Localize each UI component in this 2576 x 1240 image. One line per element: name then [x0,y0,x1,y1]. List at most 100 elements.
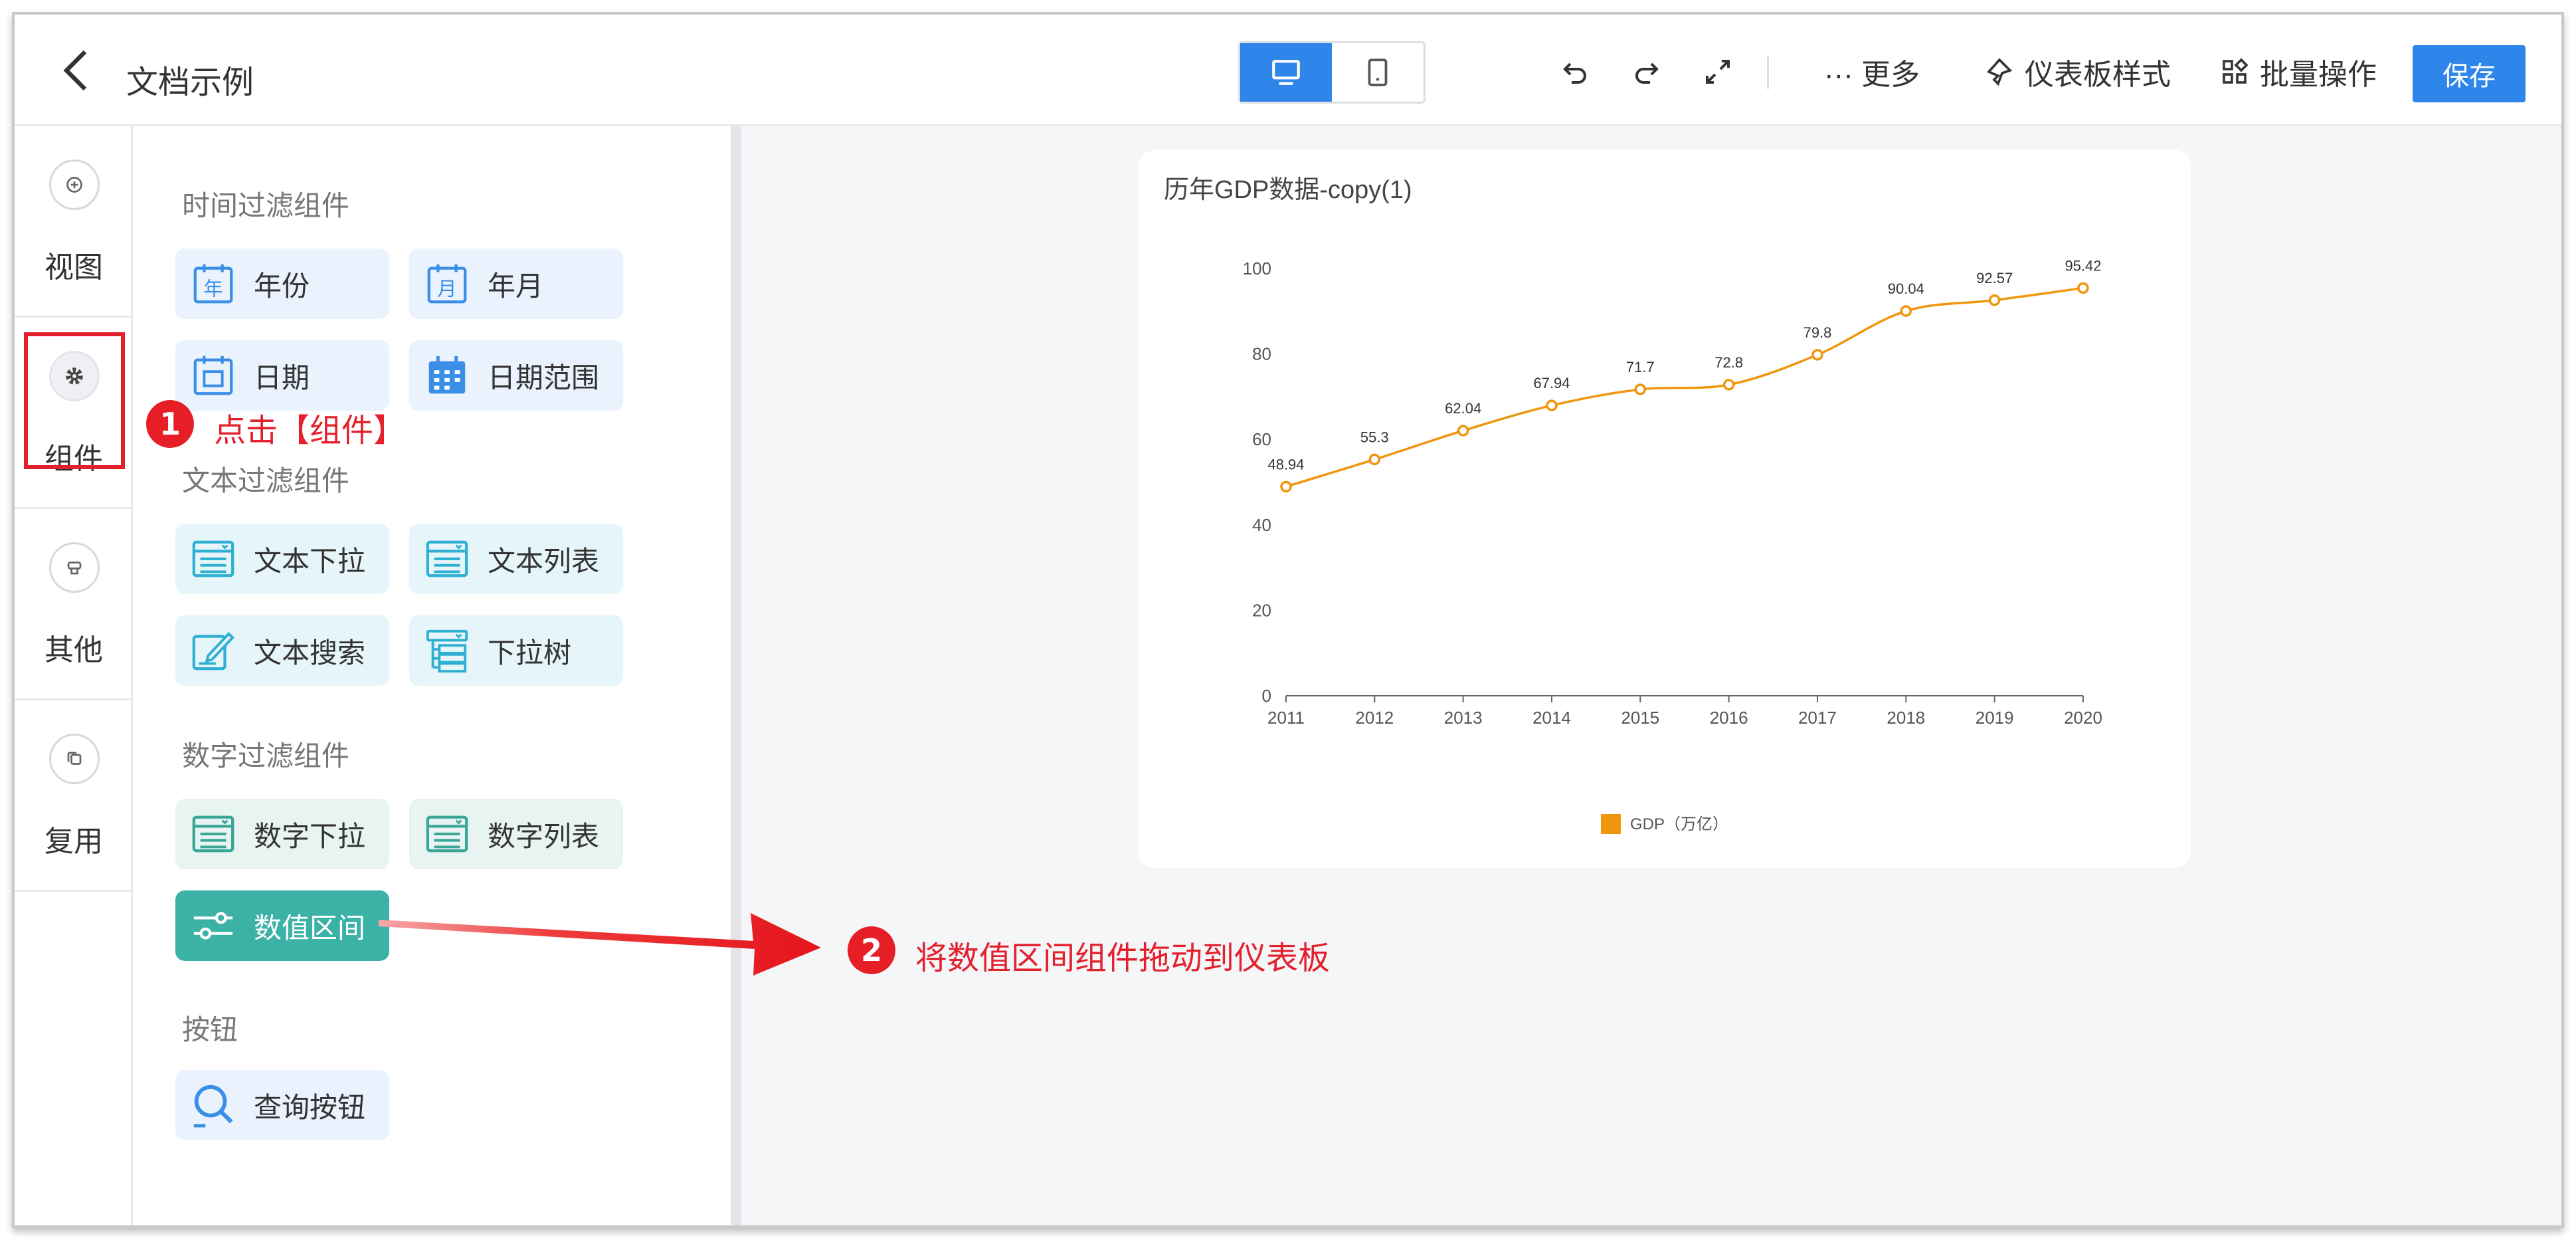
rail-item-other[interactable]: 其他 [15,509,133,700]
data-label: 92.57 [1976,270,2013,286]
dashboard-style-button[interactable]: 仪表板样式 [1983,53,2171,91]
grid-icon [2223,58,2249,84]
step-2-badge: 2 [848,926,895,974]
component-text-list[interactable]: 文本列表 [409,524,623,594]
calendar-date-icon [193,356,233,395]
components-highlight-box [24,332,125,469]
data-point [2077,282,2089,294]
component-number-list[interactable]: 数字列表 [409,799,623,869]
component-date[interactable]: 日期 [175,340,389,411]
section-title-button: 按钮 [182,1014,238,1045]
data-label: 90.04 [1888,280,1924,297]
mobile-view-button[interactable] [1332,43,1424,102]
data-label: 67.94 [1533,375,1570,391]
x-tick-label: 2017 [1798,708,1837,728]
list-icon [426,815,468,853]
series-line-gdp [1285,286,2084,488]
section-title-number: 数字过滤组件 [182,740,350,772]
data-label: 55.3 [1360,429,1389,445]
component-dropdown-tree-label: 下拉树 [488,637,572,669]
rail-item-view[interactable]: 视图 [15,126,133,318]
undo-icon [1563,62,1586,84]
tree-icon [426,629,468,673]
save-button[interactable]: 保存 [2413,45,2526,102]
desktop-view-button[interactable] [1240,43,1332,102]
data-point [1457,425,1469,437]
legend-swatch [1601,814,1621,834]
x-tick-label: 2012 [1355,708,1394,728]
y-tick-label: 60 [1252,429,1271,449]
data-point [1546,399,1558,411]
fullscreen-button[interactable] [1702,53,1734,90]
page-title: 文档示例 [126,65,254,100]
data-label: 95.42 [2065,257,2101,274]
data-point [1988,294,2001,306]
component-number-dropdown-label: 数字下拉 [254,820,366,852]
component-text-dropdown[interactable]: 文本下拉 [175,524,389,594]
top-bar: 文档示例 ··· 更多 仪表板样式 批量操作 保存 [15,15,2561,126]
component-date-range[interactable]: 日期范围 [409,340,623,411]
legend-label: GDP（万亿） [1630,815,1728,833]
undo-button[interactable] [1560,53,1592,90]
component-number-range[interactable]: 数值区间 [175,890,389,961]
brush-icon [1986,58,2013,86]
search-icon [193,1085,233,1128]
chevron-left-icon [63,50,87,91]
component-year-month[interactable]: 月 年月 [409,249,623,319]
batch-operation-label: 批量操作 [2260,58,2377,91]
component-year[interactable]: 年 年份 [175,249,389,319]
component-date-label: 日期 [254,362,310,393]
rail-label-other: 其他 [45,634,103,667]
y-tick-label: 40 [1252,515,1271,535]
left-rail: 视图 组件 其他 复用 [15,126,133,1225]
component-query-button[interactable]: 查询按钮 [175,1070,389,1140]
component-number-range-label: 数值区间 [254,912,366,944]
calendar-year-icon: 年 [193,264,233,304]
data-label: 79.8 [1803,324,1832,341]
x-tick-label: 2020 [2064,708,2102,728]
component-text-search[interactable]: 文本搜索 [175,615,389,686]
data-point [1368,453,1381,466]
component-year-label: 年份 [254,270,310,302]
component-text-dropdown-label: 文本下拉 [254,545,366,577]
component-dropdown-tree[interactable]: 下拉树 [409,615,623,686]
data-label: 62.04 [1445,400,1481,417]
calendar-range-icon [428,356,466,394]
x-tick-label: 2019 [1976,708,2014,728]
component-year-month-label: 年月 [488,270,544,302]
dropdown-list-icon [192,815,234,853]
data-point [1900,305,1912,317]
rail-label-reuse: 复用 [45,825,103,858]
data-point [1722,379,1735,391]
batch-operation-button[interactable]: 批量操作 [2219,53,2377,91]
component-text-search-label: 文本搜索 [254,637,366,669]
dashboard-canvas[interactable]: 0 20 40 60 80 100 2011 2012 2013 2014 2015 2016 2017… [741,126,2561,1225]
calendar-month-glyph: 月 [437,278,456,300]
rail-item-reuse[interactable]: 复用 [15,700,133,892]
redo-icon [1635,62,1659,84]
stamp-icon [49,542,100,593]
y-tick-label: 0 [1262,686,1271,706]
data-point [1811,349,1823,361]
more-button[interactable]: ··· 更多 [1824,53,1920,91]
component-number-dropdown[interactable]: 数字下拉 [175,799,389,869]
copy-icon [49,734,100,784]
data-label: 72.8 [1714,354,1743,371]
x-tick-label: 2018 [1886,708,1925,728]
data-label: 71.7 [1626,359,1655,375]
expand-icon [1706,60,1730,84]
x-tick-label: 2013 [1444,708,1483,728]
rail-label-view: 视图 [45,251,103,284]
y-tick-label: 100 [1243,258,1271,278]
monitor-icon [1272,60,1300,85]
step-2-note: 将数值区间组件拖动到仪表板 [915,941,1331,976]
redo-button[interactable] [1630,53,1662,90]
dashboard-style-label: 仪表板样式 [2025,58,2171,91]
chart-card[interactable]: 0 20 40 60 80 100 2011 2012 2013 2014 2015 2016 2017… [1139,150,2191,868]
back-button[interactable] [56,47,96,94]
component-query-button-label: 查询按钮 [254,1091,366,1123]
section-title-time: 时间过滤组件 [182,190,350,221]
x-tick-label: 2014 [1532,708,1571,728]
calendar-year-glyph: 年 [203,278,223,300]
dropdown-list-icon [192,540,234,577]
